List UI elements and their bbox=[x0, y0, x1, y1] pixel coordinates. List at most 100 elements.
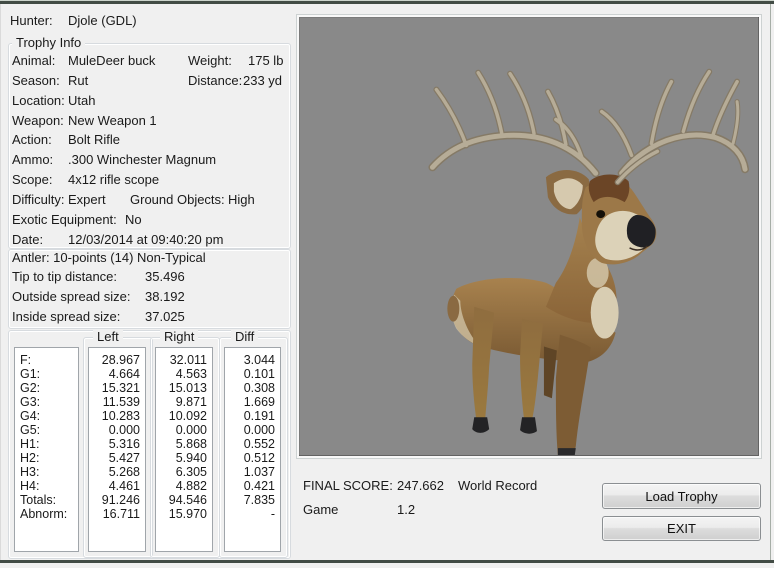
measure-cell-right: 10.092 bbox=[168, 409, 207, 423]
season-value: Rut bbox=[68, 73, 89, 88]
measure-cell-left: 91.246 bbox=[101, 493, 140, 507]
tip-to-tip-label: Tip to tip distance: bbox=[12, 269, 118, 284]
measure-cell-label: G5: bbox=[20, 423, 41, 437]
ground-objects-label: Ground Objects: bbox=[130, 192, 225, 207]
trophy-dialog-window: Hunter: Djole (GDL) Trophy Info Animal: … bbox=[0, 0, 774, 568]
measure-cell-diff: 0.308 bbox=[243, 381, 275, 395]
exotic-equipment-value: No bbox=[125, 212, 142, 227]
column-header-right: Right bbox=[160, 330, 199, 344]
difficulty-value: Expert bbox=[68, 192, 106, 207]
window-border-top bbox=[0, 1, 774, 4]
scope-label: Scope: bbox=[12, 172, 53, 187]
measure-cell-label: G3: bbox=[20, 395, 41, 409]
measure-cell-right: 6.305 bbox=[175, 465, 207, 479]
measure-cell-right: 4.882 bbox=[175, 479, 207, 493]
measure-cell-diff: 0.512 bbox=[243, 451, 275, 465]
measure-cell-label: F: bbox=[20, 353, 32, 367]
measure-cell-diff: 0.101 bbox=[243, 367, 275, 381]
measure-cell-label: Totals: bbox=[20, 493, 57, 507]
measure-cell-left: 16.711 bbox=[102, 507, 140, 521]
distance-label: Distance: bbox=[188, 73, 243, 88]
ground-objects-value: High bbox=[228, 192, 255, 207]
measure-cell-left: 15.321 bbox=[101, 381, 140, 395]
trophy-3d-viewport bbox=[296, 14, 762, 459]
measure-left-listbox: 28.967 4.664 15.321 11.539 10.283 0.000 5.316 5… bbox=[88, 347, 146, 552]
action-value: Bolt Rifle bbox=[68, 132, 121, 147]
final-score-value: 247.662 bbox=[397, 478, 444, 493]
window-border-right bbox=[770, 4, 771, 560]
ammo-value: .300 Winchester Magnum bbox=[68, 152, 217, 167]
measure-cell-label: Abnorm: bbox=[20, 507, 68, 521]
measure-cell-diff: 1.669 bbox=[243, 395, 275, 409]
outside-spread-value: 38.192 bbox=[145, 289, 185, 304]
weight-value: 175 lb bbox=[248, 53, 284, 68]
animal-label: Animal: bbox=[12, 53, 56, 68]
measure-cell-left: 28.967 bbox=[101, 353, 140, 367]
measure-cell-left: 11.539 bbox=[102, 395, 140, 409]
measure-cell-left: 5.268 bbox=[108, 465, 140, 479]
outside-spread-label: Outside spread size: bbox=[12, 289, 131, 304]
measure-right-listbox: 32.011 4.563 15.013 9.871 10.092 0.000 5.868 5.… bbox=[155, 347, 213, 552]
measure-cell-label: H2: bbox=[20, 451, 40, 465]
game-version-value: 1.2 bbox=[397, 502, 416, 517]
season-label: Season: bbox=[12, 73, 60, 88]
measure-cell-left: 5.427 bbox=[108, 451, 140, 465]
date-value: 12/03/2014 at 09:40:20 pm bbox=[68, 232, 224, 247]
scope-value: 4x12 rifle scope bbox=[68, 172, 160, 187]
measure-cell-diff: 7.835 bbox=[243, 493, 275, 507]
measure-cell-diff: 3.044 bbox=[243, 353, 275, 367]
date-label: Date: bbox=[12, 232, 44, 247]
measure-cell-right: 15.013 bbox=[168, 381, 207, 395]
mule-deer-render bbox=[428, 68, 750, 456]
window-border-bottom bbox=[0, 560, 774, 563]
measure-cell-right: 5.940 bbox=[175, 451, 207, 465]
measure-cell-right: 94.546 bbox=[168, 493, 207, 507]
world-record-badge: World Record bbox=[458, 478, 538, 493]
measure-cell-right: 4.563 bbox=[175, 367, 207, 381]
hunter-value: Djole (GDL) bbox=[68, 13, 137, 28]
measure-cell-left: 4.664 bbox=[108, 367, 140, 381]
measure-cell-right: 0.000 bbox=[175, 423, 207, 437]
viewport-render-area bbox=[299, 17, 759, 456]
trophy-info-group-title: Trophy Info bbox=[12, 36, 86, 50]
measure-cell-right: 5.868 bbox=[175, 437, 207, 451]
action-label: Action: bbox=[12, 132, 52, 147]
measure-cell-left: 10.283 bbox=[101, 409, 140, 423]
measure-cell-label: G1: bbox=[20, 367, 41, 381]
measure-cell-diff: 0.000 bbox=[243, 423, 275, 437]
ammo-label: Ammo: bbox=[12, 152, 54, 167]
weight-label: Weight: bbox=[188, 53, 232, 68]
tip-to-tip-value: 35.496 bbox=[145, 269, 185, 284]
hunter-label: Hunter: bbox=[10, 13, 53, 28]
measure-cell-left: 4.461 bbox=[108, 479, 140, 493]
load-trophy-button[interactable]: Load Trophy bbox=[602, 483, 761, 509]
column-header-diff: Diff bbox=[231, 330, 259, 344]
measure-cell-right: 15.970 bbox=[168, 507, 207, 521]
location-value: Utah bbox=[68, 93, 96, 108]
game-version-label: Game bbox=[303, 502, 339, 517]
measure-cell-diff: 0.552 bbox=[243, 437, 275, 451]
animal-value: MuleDeer buck bbox=[68, 53, 156, 68]
window-border-left bbox=[0, 4, 1, 560]
weapon-value: New Weapon 1 bbox=[68, 113, 157, 128]
measure-cell-label: H1: bbox=[20, 437, 40, 451]
measure-cell-right: 32.011 bbox=[169, 353, 207, 367]
measure-cell-diff: 1.037 bbox=[243, 465, 275, 479]
measure-cell-label: H4: bbox=[20, 479, 40, 493]
measure-cell-left: 0.000 bbox=[108, 423, 140, 437]
inside-spread-label: Inside spread size: bbox=[12, 309, 121, 324]
measure-diff-listbox: 3.044 0.101 0.308 1.669 0.191 0.000 0.552 0.512… bbox=[224, 347, 281, 552]
exit-button[interactable]: EXIT bbox=[602, 516, 761, 541]
exotic-equipment-label: Exotic Equipment: bbox=[12, 212, 117, 227]
column-header-left: Left bbox=[93, 330, 123, 344]
measure-cell-diff: 0.421 bbox=[243, 479, 275, 493]
final-score-label: FINAL SCORE: bbox=[303, 478, 393, 493]
measure-cell-diff: 0.191 bbox=[243, 409, 275, 423]
antler-summary: Antler: 10-points (14) Non-Typical bbox=[12, 250, 206, 265]
inside-spread-value: 37.025 bbox=[145, 309, 185, 324]
measure-cell-label: G2: bbox=[20, 381, 41, 395]
weapon-label: Weapon: bbox=[12, 113, 64, 128]
measure-cell-label: H3: bbox=[20, 465, 40, 479]
distance-value: 233 yd bbox=[243, 73, 283, 88]
location-label: Location: bbox=[12, 93, 65, 108]
